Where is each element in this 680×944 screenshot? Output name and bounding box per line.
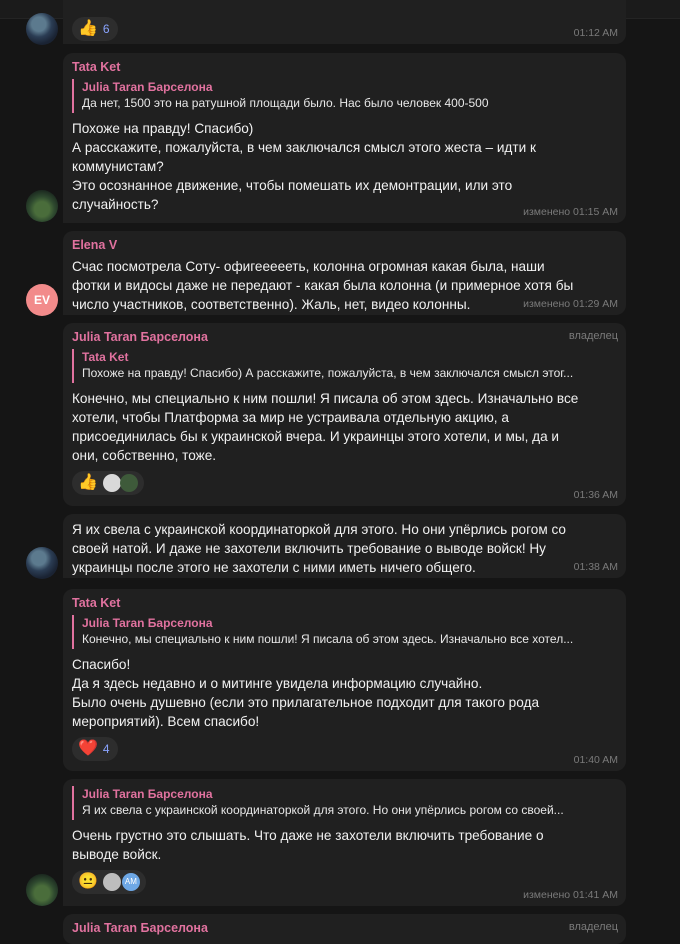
avatar[interactable] bbox=[26, 13, 58, 45]
reply-text: Я их свела с украинской координаторкой д… bbox=[82, 803, 564, 817]
message-author[interactable]: Tata Ket bbox=[72, 596, 617, 611]
message-bubble[interactable]: Tata Ket Julia Taran Барселона Да нет, 1… bbox=[63, 53, 626, 223]
text-line: Да я здесь недавно и о митинге увидела и… bbox=[72, 676, 483, 691]
text-line: Это осознанное движение, чтобы помешать … bbox=[72, 178, 513, 193]
message-bubble[interactable]: 👍 6 01:12 AM bbox=[63, 0, 626, 44]
message-bubble[interactable]: Elena V Счас посмотрела Соту- офигееееет… bbox=[63, 231, 626, 315]
reactor-avatar bbox=[119, 474, 138, 492]
message-bubble[interactable]: Julia Taran Барселона владелец Tata Ket … bbox=[63, 323, 626, 506]
avatar[interactable] bbox=[26, 547, 58, 579]
message-text: Очень грустно это слышать. Что даже не з… bbox=[72, 826, 617, 864]
message-bubble[interactable]: Julia Taran Барселона Я их свела с украи… bbox=[63, 779, 626, 906]
thumbs-up-icon: 👍 bbox=[78, 20, 98, 37]
reply-text: Похоже на правду! Спасибо) А расскажите,… bbox=[82, 366, 574, 380]
owner-badge: владелец bbox=[568, 330, 618, 342]
text-line: присоединилась бы к украинской вчера. И … bbox=[72, 429, 560, 444]
message-author[interactable]: Julia Taran Барселона bbox=[72, 921, 617, 936]
text-line: мероприятий). Всем спасибо! bbox=[72, 714, 260, 729]
reactor-avatar bbox=[102, 474, 121, 492]
reply-text: Да нет, 1500 это на ратушной площади был… bbox=[82, 96, 489, 110]
message-time: 01:40 AM bbox=[573, 754, 618, 766]
message-time: изменено 01:15 AM bbox=[523, 206, 618, 218]
avatar[interactable] bbox=[26, 874, 58, 906]
message-time: 01:36 AM bbox=[573, 489, 618, 501]
message-author[interactable]: Elena V bbox=[72, 238, 617, 253]
text-line: фотки и видосы даже не передают - какая … bbox=[72, 278, 574, 293]
text-line: Было очень душевно (если это прилагатель… bbox=[72, 695, 539, 710]
message-text: Конечно, мы специально к ним пошли! Я пи… bbox=[72, 389, 617, 465]
message-text: Похоже на правду! Спасибо) А расскажите,… bbox=[72, 119, 617, 214]
reaction-thumbs-up[interactable]: 👍 bbox=[72, 471, 144, 495]
reaction-count: 6 bbox=[102, 22, 110, 36]
message-bubble[interactable]: Julia Taran Барселона владелец bbox=[63, 914, 626, 944]
text-line: Похоже на правду! Спасибо) bbox=[72, 121, 254, 136]
heart-icon: ❤️ bbox=[78, 740, 98, 757]
message-bubble[interactable]: Tata Ket Julia Taran Барселона Конечно, … bbox=[63, 589, 626, 771]
text-line: Счас посмотрела Соту- офигеееееть, колон… bbox=[72, 259, 545, 274]
reply-author: Julia Taran Барселона bbox=[82, 616, 213, 630]
message-time: изменено 01:29 AM bbox=[523, 298, 618, 310]
reactions-row: 👍 bbox=[72, 471, 617, 495]
reply-author: Julia Taran Барселона bbox=[82, 80, 213, 94]
message-time: 01:12 AM bbox=[573, 27, 618, 39]
text-line: Спасибо! bbox=[72, 657, 131, 672]
text-line: Конечно, мы специально к ним пошли! Я пи… bbox=[72, 391, 579, 406]
text-line: украинцы после этого не захотели с ними … bbox=[72, 560, 476, 575]
text-line: они, собственно, тоже. bbox=[72, 448, 217, 463]
neutral-face-icon: 😐 bbox=[78, 873, 98, 890]
reaction-heart[interactable]: ❤️ 4 bbox=[72, 737, 118, 761]
message-text: Спасибо! Да я здесь недавно и о митинге … bbox=[72, 655, 617, 731]
reactor-avatar: AM bbox=[121, 873, 140, 891]
text-line: Я их свела с украинской координаторкой д… bbox=[72, 522, 566, 537]
reply-text: Конечно, мы специально к ним пошли! Я пи… bbox=[82, 632, 574, 646]
reply-author: Tata Ket bbox=[82, 350, 129, 364]
text-line: коммунистам? bbox=[72, 159, 164, 174]
avatar[interactable]: EV bbox=[26, 284, 58, 316]
reply-quote[interactable]: Tata Ket Похоже на правду! Спасибо) А ра… bbox=[72, 349, 617, 383]
text-line: А расскажите, пожалуйста, в чем заключал… bbox=[72, 140, 536, 155]
reactions-row: 👍 6 bbox=[72, 17, 617, 41]
text-line: своей натой. И даже не захотели включить… bbox=[72, 541, 546, 556]
reaction-thumbs-up[interactable]: 👍 6 bbox=[72, 17, 118, 41]
owner-badge: владелец bbox=[568, 921, 618, 933]
message-author[interactable]: Julia Taran Барселона bbox=[72, 330, 617, 345]
reaction-count: 4 bbox=[102, 742, 110, 756]
message-bubble[interactable]: Я их свела с украинской координаторкой д… bbox=[63, 514, 626, 578]
text-line: хотели, чтобы Платформа за мир не устраи… bbox=[72, 410, 509, 425]
reactions-row: ❤️ 4 bbox=[72, 737, 617, 761]
reaction-neutral-face[interactable]: 😐 AM bbox=[72, 870, 146, 894]
text-line: Очень грустно это слышать. Что даже не з… bbox=[72, 828, 544, 843]
thumbs-up-icon: 👍 bbox=[78, 474, 98, 491]
reply-quote[interactable]: Julia Taran Барселона Я их свела с украи… bbox=[72, 786, 617, 820]
reactor-avatar bbox=[102, 873, 121, 891]
message-text: Я их свела с украинской координаторкой д… bbox=[72, 520, 617, 577]
message-author[interactable]: Tata Ket bbox=[72, 60, 617, 75]
message-time: 01:38 AM bbox=[573, 561, 618, 573]
avatar[interactable] bbox=[26, 190, 58, 222]
reply-quote[interactable]: Julia Taran Барселона Конечно, мы специа… bbox=[72, 615, 617, 649]
reply-author: Julia Taran Барселона bbox=[82, 787, 213, 801]
message-time: изменено 01:41 AM bbox=[523, 889, 618, 901]
text-line: выводе войск. bbox=[72, 847, 162, 862]
reply-quote[interactable]: Julia Taran Барселона Да нет, 1500 это н… bbox=[72, 79, 617, 113]
